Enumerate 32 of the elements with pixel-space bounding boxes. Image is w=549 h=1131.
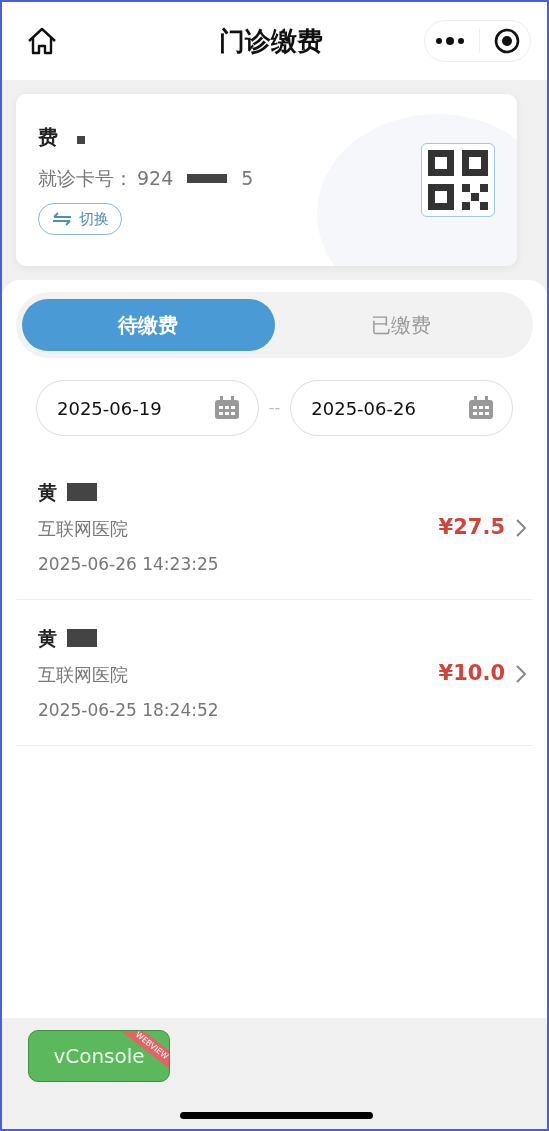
bill-item[interactable]: 黄 互联网医院 2025-06-26 14:23:25 ¥27.5: [16, 454, 533, 600]
date-separator: --: [268, 397, 281, 419]
qr-code-icon[interactable]: [421, 143, 495, 217]
redaction-mark: [67, 629, 97, 648]
hospital-name: 互联网医院: [38, 662, 129, 687]
card-number-label: 就诊卡号：: [38, 166, 133, 191]
calendar-icon: [213, 396, 240, 420]
page-title: 门诊缴费: [218, 24, 324, 58]
calendar-icon: [468, 396, 494, 420]
start-date-field[interactable]: 2025-06-19: [36, 380, 259, 436]
end-date-field[interactable]: 2025-06-26: [290, 380, 513, 436]
bill-item[interactable]: 黄 互联网医院 2025-06-25 18:24:52 ¥10.0: [16, 600, 533, 746]
home-icon[interactable]: [26, 26, 58, 56]
redaction-mark: [187, 173, 228, 183]
hospital-name: 互联网医院: [38, 516, 129, 541]
more-icon[interactable]: [435, 36, 465, 46]
redaction-mark: [67, 483, 97, 502]
patient-name: 黄: [38, 480, 57, 505]
bill-amount: ¥10.0: [438, 659, 505, 687]
bill-time: 2025-06-26 14:23:25: [38, 552, 219, 576]
patient-name: 费: [38, 125, 58, 149]
close-icon[interactable]: [494, 28, 520, 54]
chevron-icon: [515, 663, 527, 684]
redaction-mark: [76, 136, 85, 144]
switch-button[interactable]: 切换: [38, 202, 122, 235]
card-number: 5: [241, 166, 254, 191]
patient-name: 黄: [38, 626, 57, 651]
bill-time: 2025-06-25 18:24:52: [38, 698, 219, 722]
bill-amount: ¥27.5: [438, 513, 505, 541]
card-number: 924: [137, 166, 174, 191]
chevron-icon: [515, 517, 527, 538]
swap-icon: [51, 211, 73, 226]
